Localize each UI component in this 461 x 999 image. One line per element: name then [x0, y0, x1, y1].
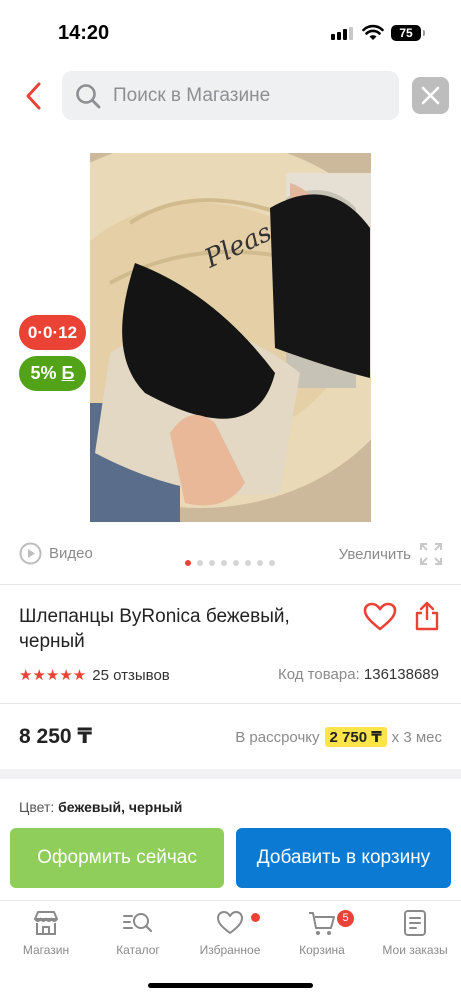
- tab-label: Избранное: [199, 943, 261, 957]
- divider: [0, 703, 461, 704]
- play-icon: [19, 542, 42, 565]
- discount-badge: 5% Б: [19, 356, 86, 391]
- tab-catalog[interactable]: Каталог: [92, 909, 184, 957]
- add-to-cart-button[interactable]: Добавить в корзину: [236, 828, 451, 888]
- installment-prefix: В рассрочку: [235, 728, 320, 746]
- slide-dot[interactable]: [209, 560, 215, 566]
- close-icon: [421, 86, 440, 105]
- tab-shop[interactable]: Магазин: [0, 909, 92, 957]
- back-arrow-icon[interactable]: [22, 80, 46, 112]
- favorite-heart-icon[interactable]: [363, 602, 397, 632]
- video-button[interactable]: Видео: [19, 542, 93, 565]
- heart-icon: [217, 911, 243, 934]
- battery-indicator: 75: [391, 25, 425, 41]
- status-bar: 14:20 75: [0, 0, 461, 60]
- color-value: бежевый, черный: [58, 799, 183, 815]
- status-time: 14:20: [58, 22, 110, 44]
- product-code-label: Код товара:: [278, 666, 360, 683]
- home-indicator[interactable]: [148, 983, 313, 988]
- clear-search-button[interactable]: [412, 77, 449, 114]
- catalog-search-icon: [123, 913, 153, 933]
- search-placeholder: Поиск в Магазине: [113, 85, 271, 106]
- tab-orders[interactable]: Мои заказы: [369, 909, 461, 957]
- orders-icon: [404, 910, 426, 936]
- rating-stars: ★★★★★: [19, 667, 87, 684]
- reviews-link[interactable]: 25 отзывов: [92, 667, 170, 684]
- color-label: Цвет:: [19, 799, 55, 815]
- product-price: 8 250 ₸: [19, 725, 92, 748]
- tab-label: Каталог: [116, 943, 160, 957]
- product-code: Код товара: 136138689: [278, 666, 439, 683]
- cart-icon: [309, 912, 335, 935]
- installment-suffix: х 3 мес: [391, 728, 442, 746]
- cellular-signal-icon: [331, 27, 353, 40]
- installment-info[interactable]: В рассрочку 2 750 ₸ х 3 мес: [235, 727, 442, 747]
- tab-label: Корзина: [299, 943, 345, 957]
- expand-icon: [420, 543, 442, 565]
- tab-favorites[interactable]: Избранное: [184, 909, 276, 957]
- slide-indicator: [185, 560, 275, 566]
- product-code-value: 136138689: [363, 666, 439, 683]
- slide-dot[interactable]: [233, 560, 239, 566]
- timer-badge: 0·0·12: [19, 315, 86, 350]
- zoom-label: Увеличить: [338, 545, 411, 563]
- product-image[interactable]: Please: [90, 153, 371, 522]
- search-input[interactable]: Поиск в Магазине: [62, 71, 399, 120]
- tab-label: Мои заказы: [382, 943, 448, 957]
- installment-amount: 2 750 ₸: [324, 727, 387, 747]
- slide-dot[interactable]: [269, 560, 275, 566]
- video-label: Видео: [49, 545, 93, 562]
- favorites-notification-dot: [251, 913, 260, 922]
- product-title: Шлепанцы ByRonica бежевый, черный: [19, 606, 290, 652]
- slide-dot[interactable]: [185, 560, 191, 566]
- slide-dot[interactable]: [257, 560, 263, 566]
- buy-now-button[interactable]: Оформить сейчас: [10, 828, 224, 888]
- slide-dot[interactable]: [221, 560, 227, 566]
- wifi-icon: [362, 24, 384, 40]
- color-info: Цвет: бежевый, черный: [19, 799, 182, 815]
- shop-icon: [34, 911, 58, 935]
- share-icon[interactable]: [414, 601, 440, 631]
- zoom-button[interactable]: Увеличить: [339, 542, 443, 566]
- tab-cart[interactable]: Корзина 5: [276, 909, 368, 957]
- cart-count-badge: 5: [337, 910, 354, 927]
- bonus-currency-icon: Б: [61, 363, 75, 383]
- tab-label: Магазин: [22, 943, 70, 957]
- section-separator: [0, 769, 461, 779]
- discount-value: 5%: [30, 363, 57, 383]
- divider: [0, 584, 461, 585]
- rating-row[interactable]: ★★★★★ 25 отзывов: [19, 666, 170, 685]
- slide-dot[interactable]: [197, 560, 203, 566]
- slide-dot[interactable]: [245, 560, 251, 566]
- search-icon: [76, 84, 101, 109]
